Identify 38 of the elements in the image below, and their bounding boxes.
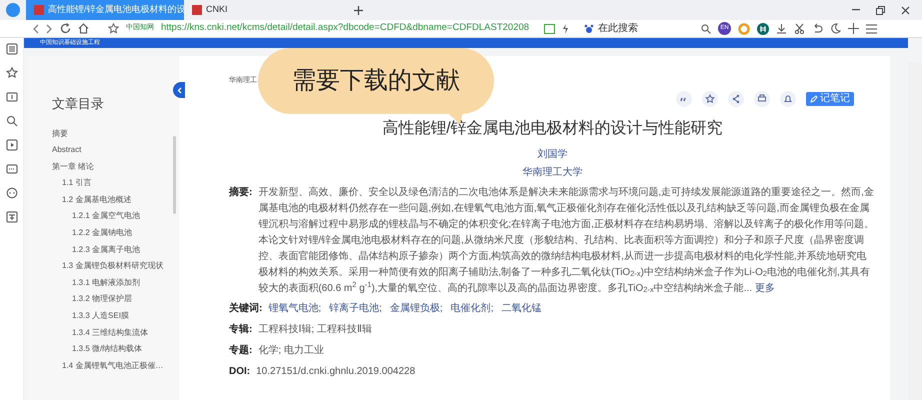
note-button[interactable]: 记笔记 [806, 92, 854, 106]
keyword-link[interactable]: 锌离子电池; [329, 300, 382, 318]
field-label: 关键词: [229, 302, 262, 316]
callout-text: 需要下载的文献 [292, 66, 460, 96]
keyword-link[interactable]: 锂氧气电池; [268, 300, 322, 318]
toc-item[interactable]: 1.2.1 金属空气电池 [52, 210, 179, 228]
toc-item[interactable]: 1.2 金属基电池概述 [52, 194, 179, 210]
toc-item[interactable]: 摘要 [52, 128, 179, 144]
toc-item[interactable]: 1.2.2 金属钠电池 [52, 227, 179, 244]
field-value: 化学; 电力工业 [258, 344, 324, 358]
address-field[interactable]: https://kns.cnki.net/kcms/detail/detail.aspx?dbcode=CDFD&dbname=CDFDLAST20208 [161, 21, 530, 36]
toc-item[interactable]: Abstract [52, 144, 179, 161]
toc-item[interactable]: 1.3.2 物理保护层 [52, 293, 179, 310]
article-title: 高性能锂/锌金属电池电极材料的设计与性能研究 [381, 118, 724, 138]
toc-item[interactable]: 1.3.4 三维结构集流体 [52, 326, 179, 344]
search-field[interactable]: 在此搜索 [598, 21, 688, 36]
toc-item[interactable]: 1.3.1 电解液添加剂 [52, 276, 179, 294]
affiliation-link[interactable]: 华南理工大学 [229, 164, 876, 180]
author-link[interactable]: 刘国学 [229, 146, 876, 162]
keyword-link[interactable]: 金属锂负极; [390, 300, 443, 318]
field-value: 工程科技Ⅰ辑; 工程科技Ⅱ辑 [258, 322, 372, 336]
toc-item[interactable]: 1.3.3 人造SEI膜 [52, 310, 179, 327]
field-label: DOI: [229, 364, 250, 378]
field-label: 专题: [229, 344, 252, 358]
toc-item[interactable]: 1.3 金属锂负极材料研究现状 [52, 260, 179, 277]
more-link[interactable]: 更多 [754, 282, 775, 294]
keyword-link[interactable]: 二氧化锰 [501, 300, 542, 318]
field-label: 专辑: [229, 322, 252, 336]
field-value: 10.27151/d.cnki.ghnlu.2019.004228 [256, 364, 416, 378]
toc-item[interactable]: 第一章 绪论 [52, 160, 179, 178]
toc-item[interactable]: 1.4 金属锂氧气电池正极催… [52, 360, 179, 376]
abstract-text: 开发新型、高效、廉价、安全以及绿色清洁的二次电池体系是解决未来能源需求与环境问题,走可持续发展能源道路的重要途径之一。然而,金属基电池的电极材料仍然存在一些问题,例如,在锂氧气电池方面,氧气正极催化剂存在催化活性低以及孔结构缺乏等问题,而金属锂负极在金属锂沉积与溶解过程中易形成的锂枝晶与不确定的体积变化;在锌离子电池方面,正极材料存在结构易坍塌、溶解以及锌离子的极化作用等问题。本论文针对锂/锌金属电池电极材料存在的问题,从微纳米尺度（形貌结构、孔结构、比表面积等方面调控）和分子和原子尺度（晶界密度调控、表面官能团修饰、晶体结构原子掺杂）两个方面,构筑高效的微纳结构电极材料,从而进一步提高电极材料的电化学性能,并系统地研究电极材料的构效关系。采用一种简便有效的阳离子辅助法,制备了一种多孔二氧化钛(TiO$_{2-x}$)中空结构纳米盒子作为Li-O$_{2}$电池的电催化剂,其具有较大的表面积(60.6 m$^{2}$ g$^{-1}$),大量的氧空位、高的孔隙率以及高的晶面边界密度。多孔TiO$_{2-x}$中空结构纳米盒子能... 更多 [258, 186, 875, 296]
toc-item[interactable]: 1.2.3 金属离子电池 [52, 244, 179, 260]
toc-title: 文章目录 [52, 95, 105, 113]
field-label: 摘要: [229, 185, 252, 200]
toc-item[interactable]: 1.1 引言 [52, 177, 179, 194]
keyword-link[interactable]: 电催化剂; [450, 300, 494, 318]
toc-item[interactable]: 1.3.5 微/纳结构载体 [52, 343, 179, 360]
